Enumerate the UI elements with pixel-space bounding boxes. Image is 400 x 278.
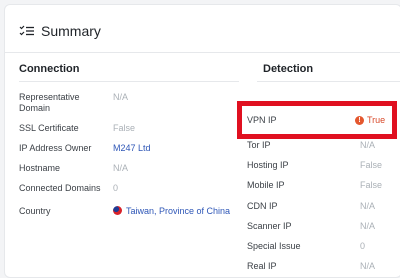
alert-circle-icon: !	[355, 116, 364, 125]
connection-value: N/A	[113, 92, 129, 102]
connection-label: Representative Domain	[19, 92, 80, 113]
summary-title: Summary	[41, 23, 101, 39]
taiwan-flag-icon	[113, 206, 122, 215]
connection-value: N/A	[113, 163, 129, 173]
summary-card: Summary Connection Representative Domain…	[4, 4, 400, 278]
connection-value: 0	[113, 183, 119, 193]
detection-label: CDN IP	[247, 201, 278, 211]
detection-label: VPN IP	[247, 115, 277, 125]
detection-value: False	[360, 180, 383, 190]
country-value[interactable]: Taiwan, Province of China	[113, 206, 230, 217]
detection-label: Special Issue	[247, 241, 301, 251]
list-check-icon	[19, 25, 35, 37]
connection-label: SSL Certificate	[19, 123, 79, 133]
detection-value: 0	[360, 241, 366, 251]
connection-label: IP Address Owner	[19, 143, 92, 153]
detection-value: N/A	[360, 261, 376, 271]
connection-value: False	[113, 123, 136, 133]
summary-heading: Summary	[19, 23, 101, 39]
detection-value: N/A	[360, 201, 376, 211]
title-divider	[5, 52, 400, 53]
detection-label: Scanner IP	[247, 221, 292, 231]
connection-divider	[19, 81, 239, 82]
detection-value: N/A	[360, 140, 376, 150]
detection-value: False	[360, 160, 383, 170]
country-text: Taiwan, Province of China	[126, 206, 231, 216]
connection-label: Hostname	[19, 163, 61, 173]
detection-label: Tor IP	[247, 140, 271, 150]
connection-header: Connection	[19, 63, 80, 75]
detection-label: Mobile IP	[247, 180, 285, 190]
vpn-true-value: ! True	[355, 115, 385, 126]
connection-label: Country	[19, 206, 51, 216]
detection-value: N/A	[360, 221, 376, 231]
connection-label: Connected Domains	[19, 183, 101, 193]
detection-label: Hosting IP	[247, 160, 289, 170]
detection-header: Detection	[263, 63, 314, 75]
ip-owner-link[interactable]: M247 Ltd	[113, 143, 151, 154]
detection-divider	[257, 81, 400, 82]
detection-label: Real IP	[247, 261, 277, 271]
